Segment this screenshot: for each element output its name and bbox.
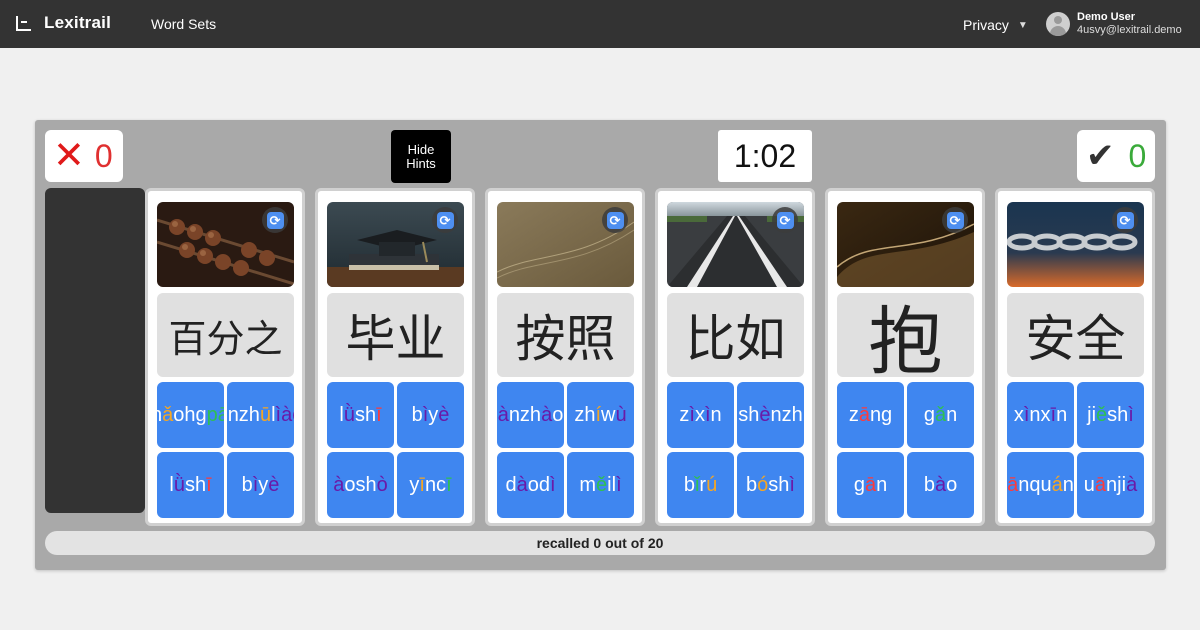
- pinyin-option-button[interactable]: āzhǎohgpāng: [157, 382, 224, 448]
- close-x-icon: ✕: [53, 135, 85, 177]
- pinyin-option-button[interactable]: l ǜ sh ī: [157, 452, 224, 518]
- pinyin-option-button[interactable]: à osh ò: [327, 452, 394, 518]
- word-card: ⟳ 按照 à nzh à o zh í w ù d à od ì m ě il ì: [485, 188, 645, 526]
- pinyin-option-button[interactable]: zh í w ù: [567, 382, 634, 448]
- app-title: Lexitrail: [44, 13, 111, 32]
- pinyin-option-button[interactable]: m ě il ì: [567, 452, 634, 518]
- user-email: 4usvy@lexitrail.demo: [1077, 24, 1182, 36]
- hide-hints-label-1: Hide: [407, 141, 435, 157]
- timer: 1:02: [718, 130, 812, 182]
- word-image: ⟳: [1007, 202, 1144, 287]
- pinyin-option-button[interactable]: bìyè: [227, 452, 294, 518]
- chinese-word: 抱: [837, 293, 974, 377]
- privacy-label: Privacy: [963, 17, 1009, 33]
- word-card: ⟳ 抱 z ā ng g ǎ n g ā n b à o: [825, 188, 985, 526]
- word-image: ⟳: [327, 202, 464, 287]
- word-image: ⟳: [667, 202, 804, 287]
- refresh-icon[interactable]: ⟳: [432, 207, 458, 233]
- right-score-box: ✔ 0: [1077, 130, 1155, 182]
- pinyin-option-button[interactable]: bǐrú: [667, 452, 734, 518]
- caret-down-icon: ▼: [1017, 19, 1028, 31]
- refresh-icon[interactable]: ⟳: [772, 207, 798, 233]
- pinyin-option-button[interactable]: gǎn: [907, 382, 974, 448]
- word-image: ⟳: [157, 202, 294, 287]
- word-card: ⟳ 百分之āzhǎohgpāngāifēnzhūlìàodàlǜshībìyè: [145, 188, 305, 526]
- pinyin-option-button[interactable]: b ó sh ì: [737, 452, 804, 518]
- brand-link[interactable]: Lexitrail: [16, 13, 111, 33]
- pinyin-option-button[interactable]: ji ě sh ì: [1077, 382, 1144, 448]
- pinyin-option-button[interactable]: l ǜ sh ī: [327, 382, 394, 448]
- answer-drop-slot: [45, 188, 145, 513]
- chinese-word: 毕业: [327, 293, 464, 377]
- nav-word-sets[interactable]: Word Sets: [151, 16, 216, 32]
- pinyin-option-button[interactable]: bào: [907, 452, 974, 518]
- wrong-score-box: ✕ 0: [45, 130, 123, 182]
- navbar: Lexitrail Word Sets Privacy ▼ Demo User …: [0, 0, 1200, 48]
- chinese-word: 比如: [667, 293, 804, 377]
- chinese-word: 安全: [1007, 293, 1144, 377]
- right-count: 0: [1128, 137, 1147, 174]
- word-image: ⟳: [497, 202, 634, 287]
- refresh-icon[interactable]: ⟳: [1112, 207, 1138, 233]
- word-card: ⟳ 安全 x ì nx ī n ji ě sh ì ā nqu á n u ā nji à: [995, 188, 1155, 526]
- hide-hints-label-2: Hints: [406, 155, 436, 171]
- lexitrail-logo-icon: [16, 15, 31, 31]
- refresh-icon[interactable]: ⟳: [602, 207, 628, 233]
- pinyin-option-button[interactable]: à nzh à o: [497, 382, 564, 448]
- avatar-icon[interactable]: [1046, 12, 1070, 36]
- pinyin-option-button[interactable]: zìxìn: [667, 382, 734, 448]
- pinyin-option-button[interactable]: z ā ng: [837, 382, 904, 448]
- pinyin-option-button[interactable]: y ī nc ī: [397, 452, 464, 518]
- checkmark-icon: ✔: [1086, 137, 1115, 175]
- pinyin-option-button[interactable]: ā nqu á n: [1007, 452, 1074, 518]
- refresh-icon[interactable]: ⟳: [942, 207, 968, 233]
- pinyin-option-button[interactable]: gān: [837, 452, 904, 518]
- word-card: ⟳ 毕业 l ǜ sh ī b ì y è à osh ò y ī nc ī: [315, 188, 475, 526]
- refresh-icon[interactable]: ⟳: [262, 207, 288, 233]
- pinyin-option-button[interactable]: x ì nx ī n: [1007, 382, 1074, 448]
- pinyin-option-button[interactable]: d à od ì: [497, 452, 564, 518]
- progress-bar: recalled 0 out of 20: [45, 531, 1155, 555]
- chinese-word: 百分之: [157, 293, 294, 377]
- hide-hints-button[interactable]: Hide Hints: [391, 130, 451, 183]
- user-name[interactable]: Demo User: [1077, 11, 1135, 23]
- pinyin-option-button[interactable]: āifēnzhūlìàodà: [227, 382, 294, 448]
- pinyin-option-button[interactable]: bìyè: [397, 382, 464, 448]
- word-card: ⟳ 比如 z ì x ì n sh è nzh b ǐ r ú b ó sh ì: [655, 188, 815, 526]
- wrong-count: 0: [94, 137, 113, 174]
- privacy-dropdown[interactable]: Privacy ▼: [963, 17, 1028, 33]
- game-panel: ✕ 0 Hide Hints 1:02 ✔ 0 ⟳百分之āzhǎohgpāngā…: [35, 120, 1166, 570]
- pinyin-option-button[interactable]: u ā nji à: [1077, 452, 1144, 518]
- word-image: ⟳: [837, 202, 974, 287]
- pinyin-option-button[interactable]: sh è nzh: [737, 382, 804, 448]
- chinese-word: 按照: [497, 293, 634, 377]
